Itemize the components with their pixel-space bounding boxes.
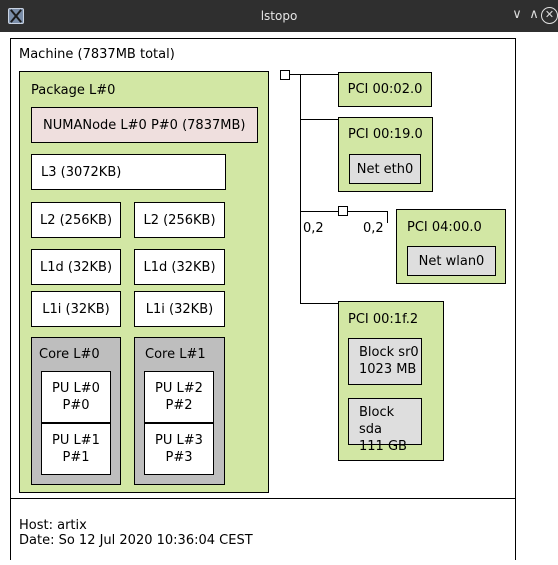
block-device-name: Block sda — [359, 405, 395, 437]
network-device: Net eth0 — [349, 154, 421, 184]
l2-cache-label: L2 (256KB) — [39, 212, 113, 228]
pci-device-box: PCI 00:02.0 — [338, 72, 432, 107]
connector-line — [300, 119, 338, 120]
pci-bridge-marker — [338, 206, 348, 216]
pu-label: PU L#2 — [155, 381, 203, 396]
l1i-cache-1: L1i (32KB) — [134, 291, 225, 327]
package-label: Package L#0 — [31, 83, 116, 98]
l3-cache-label: L3 (3072KB) — [41, 164, 122, 180]
network-device: Net wlan0 — [407, 246, 496, 276]
pu-box: PU L#1 P#1 — [41, 423, 111, 475]
host-label: Host: artix — [19, 518, 87, 533]
pci-device-box: PCI 00:19.0 Net eth0 — [338, 117, 433, 192]
numa-node: NUMANode L#0 P#0 (7837MB) — [31, 107, 258, 143]
title-bar: lstopo ∨ ∧ ✕ — [0, 0, 558, 32]
pu-os-index: P#3 — [165, 450, 193, 465]
pu-os-index: P#0 — [62, 398, 90, 413]
machine-label: Machine (7837MB total) — [19, 47, 175, 62]
l1d-cache-0: L1d (32KB) — [31, 249, 121, 285]
core-box: Core L#1 PU L#2 P#2 PU L#3 P#3 — [134, 337, 225, 485]
pu-label: PU L#1 — [52, 433, 100, 448]
core-label: Core L#0 — [39, 347, 100, 362]
pu-os-index: P#2 — [165, 398, 193, 413]
connector-line — [290, 74, 300, 75]
core-label: Core L#1 — [145, 347, 206, 362]
block-device-name: Block sr0 — [359, 345, 419, 360]
topology-canvas: Machine (7837MB total) Package L#0 NUMAN… — [10, 38, 516, 560]
block-device-size: 111 GB — [359, 439, 407, 454]
machine-box: Machine (7837MB total) Package L#0 NUMAN… — [11, 39, 515, 499]
bridge-left-label: 0,2 — [303, 221, 324, 236]
l2-cache-1: L2 (256KB) — [134, 202, 225, 238]
l3-cache: L3 (3072KB) — [31, 154, 226, 190]
connector-line — [300, 74, 338, 75]
connector-line — [387, 211, 388, 223]
pci-device-label: PCI 04:00.0 — [407, 220, 482, 235]
block-device-size: 1023 MB — [359, 362, 417, 377]
numa-node-label: NUMANode L#0 P#0 (7837MB) — [43, 117, 246, 133]
l2-cache-0: L2 (256KB) — [31, 202, 121, 238]
minimize-button[interactable]: ∨ — [508, 6, 526, 24]
network-device-label: Net wlan0 — [418, 253, 485, 269]
window-title: lstopo — [260, 9, 298, 23]
pu-box: PU L#2 P#2 — [144, 371, 214, 423]
l1i-cache-0: L1i (32KB) — [31, 291, 121, 327]
pu-box: PU L#3 P#3 — [144, 423, 214, 475]
pu-label: PU L#0 — [52, 381, 100, 396]
host-bridge-marker — [280, 70, 290, 80]
core-box: Core L#0 PU L#0 P#0 PU L#1 P#1 — [31, 337, 121, 485]
l1d-cache-label: L1d (32KB) — [39, 259, 113, 275]
close-button[interactable]: ✕ — [541, 7, 558, 24]
package-box: Package L#0 NUMANode L#0 P#0 (7837MB) L3… — [19, 71, 269, 493]
date-label: Date: So 12 Jul 2020 10:36:04 CEST — [19, 533, 253, 548]
connector-line — [300, 74, 301, 304]
pu-label: PU L#3 — [155, 433, 203, 448]
network-device-label: Net eth0 — [356, 161, 414, 177]
pci-device-box: PCI 00:1f.2 Block sr0 1023 MB Block sda … — [338, 301, 444, 461]
block-device: Block sr0 1023 MB — [348, 338, 422, 385]
legend-footer: Host: artix Date: So 12 Jul 2020 10:36:0… — [11, 500, 515, 560]
block-device: Block sda 111 GB — [348, 398, 422, 454]
pci-device-box: PCI 04:00.0 Net wlan0 — [396, 209, 506, 284]
connector-line — [348, 211, 388, 212]
l2-cache-label: L2 (256KB) — [143, 212, 216, 228]
l1d-cache-1: L1d (32KB) — [134, 249, 225, 285]
bridge-right-label: 0,2 — [363, 221, 384, 236]
l1i-cache-label: L1i (32KB) — [42, 301, 110, 317]
l1d-cache-label: L1d (32KB) — [143, 259, 216, 275]
pci-device-label: PCI 00:02.0 — [347, 82, 423, 97]
pu-box: PU L#0 P#0 — [41, 371, 111, 423]
pu-os-index: P#1 — [62, 450, 90, 465]
l1i-cache-label: L1i (32KB) — [145, 301, 214, 317]
connector-line — [300, 303, 338, 304]
pci-device-label: PCI 00:19.0 — [348, 127, 423, 142]
pci-device-label: PCI 00:1f.2 — [348, 312, 419, 327]
